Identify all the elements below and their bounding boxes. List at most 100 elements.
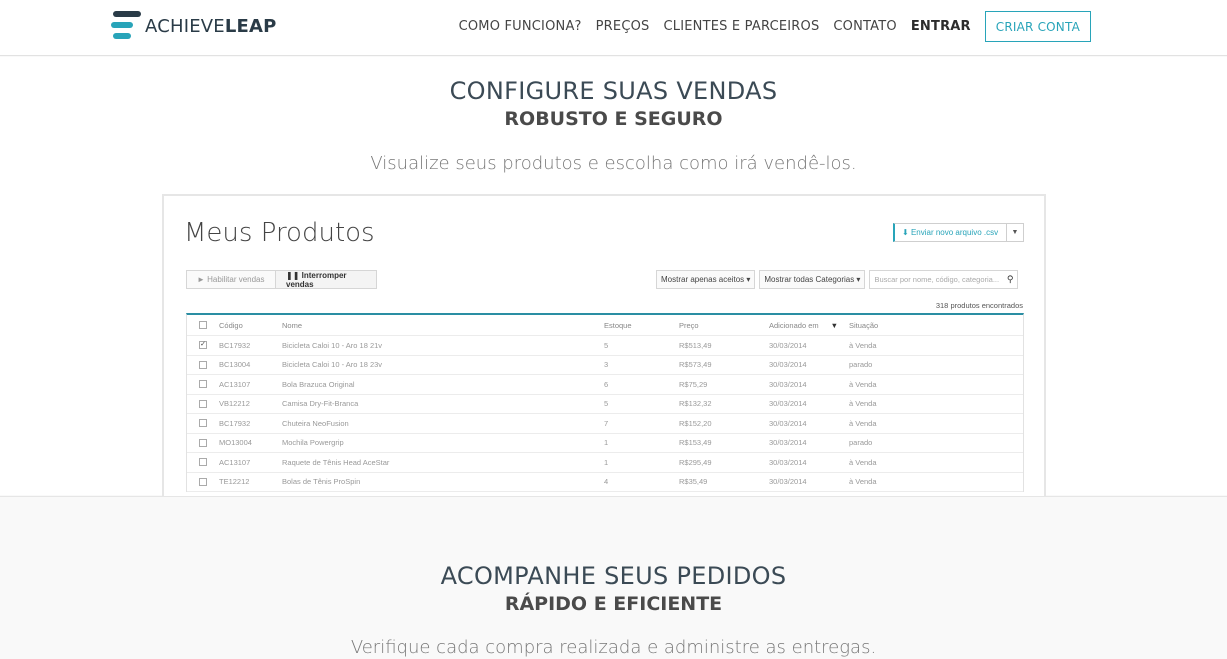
- row-checkbox[interactable]: [199, 477, 207, 486]
- cell-name: Bolas de Tênis ProSpin: [282, 477, 361, 487]
- logo-icon: [111, 10, 141, 42]
- column-header-code[interactable]: Código: [219, 321, 281, 330]
- nav-link-como-funciona[interactable]: COMO FUNCIONA?: [459, 19, 582, 34]
- cell-name: Camisa Dry-Fit-Branca: [282, 399, 359, 409]
- table-row[interactable]: VB12212 Camisa Dry-Fit-Branca 5 R$132,32 30/…: [187, 395, 1023, 414]
- cell-status: à Venda: [849, 477, 877, 487]
- table-row[interactable]: AC13107 Raquete de Tênis Head AceStar 1 R$2…: [187, 453, 1023, 473]
- search-placeholder: Buscar por nome, código, categoria...: [874, 275, 1000, 284]
- cell-code: MO13004: [219, 438, 252, 448]
- section-title: ACOMPANHE SEUS PEDIDOS: [440, 562, 787, 590]
- filters-bar: Mostrar apenas aceitos ▾ Mostrar todas C…: [656, 270, 1019, 289]
- cell-status: parado: [849, 360, 873, 370]
- products-screenshot: Meus Produtos ⬇ Enviar novo arquivo .csv…: [162, 194, 1046, 496]
- main-nav: COMO FUNCIONA? PREÇOS CLIENTES E PARCEIR…: [445, 11, 1091, 42]
- nav-link-contato[interactable]: CONTATO: [833, 19, 896, 34]
- cell-price: R$513,49: [679, 340, 712, 350]
- cell-code: TE12212: [219, 477, 250, 487]
- cell-price: R$75,29: [679, 379, 708, 389]
- nav-link-clientes-parceiros[interactable]: CLIENTES E PARCEIROS: [664, 19, 820, 34]
- cell-price: R$153,49: [679, 438, 712, 448]
- cell-stock: 4: [604, 477, 609, 487]
- logo[interactable]: ACHIEVELEAP: [111, 10, 277, 42]
- products-title: Meus Produtos: [184, 218, 375, 248]
- results-count: 318 produtos encontrados: [935, 301, 1023, 310]
- cell-stock: 5: [604, 340, 609, 350]
- nav-link-precos[interactable]: PREÇOS: [596, 19, 650, 34]
- search-icon[interactable]: ⚲: [1007, 274, 1014, 285]
- table-row[interactable]: TE12212 Bolas de Tênis ProSpin 4 R$35,49 30/…: [187, 473, 1023, 492]
- cell-price: R$132,32: [679, 399, 712, 409]
- section-subtitle: RÁPIDO E EFICIENTE: [504, 593, 723, 615]
- pause-sales-button[interactable]: ❚❚ Interromper vendas: [276, 270, 377, 289]
- cell-price: R$573,49: [679, 360, 712, 370]
- select-all-checkbox[interactable]: [199, 321, 207, 329]
- table-row[interactable]: BC17932 Chuteira NeoFusion 7 R$152,20 30/03/…: [187, 414, 1023, 434]
- row-checkbox[interactable]: [199, 360, 207, 369]
- cell-price: R$35,49: [679, 477, 708, 487]
- row-checkbox[interactable]: [199, 458, 207, 467]
- cell-code: AC13107: [219, 457, 251, 467]
- cell-status: à Venda: [849, 418, 877, 428]
- column-header-price[interactable]: Preço: [678, 321, 768, 330]
- column-header-name[interactable]: Nome: [281, 321, 603, 330]
- logo-text: ACHIEVELEAP: [145, 15, 277, 37]
- site-header: ACHIEVELEAP COMO FUNCIONA? PREÇOS CLIENT…: [0, 0, 1227, 56]
- cell-stock: 7: [604, 418, 609, 428]
- filter-categories-dropdown[interactable]: Mostrar todas Categorias ▾: [759, 270, 866, 289]
- cell-date: 30/03/2014: [769, 360, 807, 370]
- column-header-stock[interactable]: Estoque: [603, 321, 678, 330]
- enable-sales-button[interactable]: ► Habilitar vendas: [186, 270, 276, 289]
- cell-status: parado: [849, 438, 873, 448]
- download-icon: ⬇: [902, 228, 911, 237]
- row-checkbox[interactable]: [199, 438, 207, 447]
- cell-date: 30/03/2014: [769, 457, 807, 467]
- cell-date: 30/03/2014: [769, 438, 807, 448]
- feature-section-orders: ACOMPANHE SEUS PEDIDOS RÁPIDO E EFICIENT…: [0, 496, 1227, 659]
- cell-name: Chuteira NeoFusion: [282, 418, 349, 428]
- cell-code: BC17932: [219, 340, 251, 350]
- cell-status: à Venda: [849, 379, 877, 389]
- cell-status: à Venda: [849, 340, 877, 350]
- column-header-status[interactable]: Situação: [848, 321, 1023, 330]
- column-header-date[interactable]: Adicionado em ▼: [768, 321, 848, 330]
- cell-name: Bicicleta Caloi 10 - Aro 18 23v: [282, 360, 383, 370]
- row-checkbox[interactable]: [199, 399, 207, 408]
- cell-price: R$152,20: [679, 418, 712, 428]
- cell-code: VB12212: [219, 399, 250, 409]
- sort-desc-icon: ▼: [830, 320, 838, 330]
- table-row[interactable]: BC13004 Bicicleta Caloi 10 - Aro 18 23v 3 R…: [187, 356, 1023, 375]
- cell-stock: 3: [604, 360, 609, 370]
- cell-date: 30/03/2014: [769, 418, 807, 428]
- cell-code: BC13004: [219, 360, 251, 370]
- cell-status: à Venda: [849, 399, 877, 409]
- signup-button[interactable]: CRIAR CONTA: [984, 11, 1091, 42]
- chevron-down-icon[interactable]: ▼: [1006, 224, 1023, 241]
- row-checkbox[interactable]: ✓: [199, 341, 207, 350]
- cell-name: Raquete de Tênis Head AceStar: [282, 457, 390, 467]
- cell-price: R$295,49: [679, 457, 712, 467]
- product-search-input[interactable]: Buscar por nome, código, categoria... ⚲: [869, 270, 1019, 289]
- upload-csv-label: ⬇ Enviar novo arquivo .csv: [902, 228, 999, 237]
- cell-date: 30/03/2014: [769, 477, 807, 487]
- section-title: CONFIGURE SUAS VENDAS: [449, 77, 778, 105]
- table-row[interactable]: ✓ BC17932 Bicicleta Caloi 10 - Aro 18 21v 5…: [187, 336, 1023, 356]
- products-table: Código Nome Estoque Preço Adicionado em ▼…: [186, 313, 1024, 492]
- cell-name: Bola Brazuca Original: [282, 379, 355, 389]
- table-row[interactable]: MO13004 Mochila Powergrip 1 R$153,49 30/03/2…: [187, 434, 1023, 453]
- filter-accepted-dropdown[interactable]: Mostrar apenas aceitos ▾: [656, 270, 756, 289]
- table-row[interactable]: AC13107 Bola Brazuca Original 6 R$75,29 30/0…: [187, 375, 1023, 395]
- login-link[interactable]: ENTRAR: [911, 19, 971, 34]
- cell-stock: 1: [604, 457, 609, 467]
- cell-name: Bicicleta Caloi 10 - Aro 18 21v: [282, 340, 383, 350]
- row-checkbox[interactable]: [199, 419, 207, 428]
- row-checkbox[interactable]: [199, 380, 207, 389]
- table-header-row: Código Nome Estoque Preço Adicionado em ▼…: [187, 315, 1023, 336]
- upload-csv-button[interactable]: ⬇ Enviar novo arquivo .csv ▼: [893, 223, 1024, 242]
- cell-date: 30/03/2014: [769, 399, 807, 409]
- sales-action-buttons: ► Habilitar vendas ❚❚ Interromper vendas: [186, 270, 377, 289]
- cell-date: 30/03/2014: [769, 340, 807, 350]
- cell-date: 30/03/2014: [769, 379, 807, 389]
- cell-code: BC17932: [219, 418, 251, 428]
- cell-code: AC13107: [219, 379, 251, 389]
